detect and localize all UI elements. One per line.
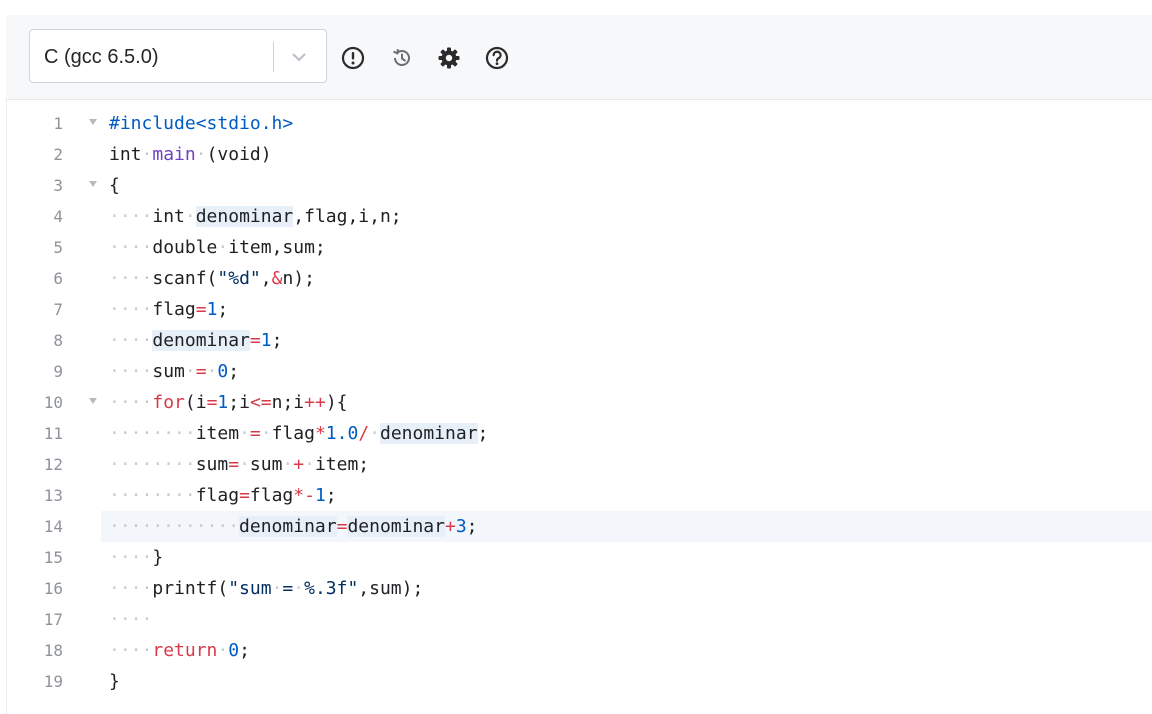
code-line[interactable]: 12 ········sum=·sum·+·item; xyxy=(7,449,1152,480)
line-number: 5 xyxy=(53,238,63,257)
code-line[interactable]: 10 ····for(i=1;i<=n;i++){ xyxy=(7,387,1152,418)
code-line[interactable]: 1 #include<stdio.h> xyxy=(7,108,1152,139)
code-text: { xyxy=(109,175,120,196)
code-text: ····int·denominar,flag,i,n; xyxy=(109,206,402,227)
code-text: ····printf("sum·=·%.3f",sum); xyxy=(109,578,424,599)
line-number: 15 xyxy=(43,548,63,567)
chevron-down-icon[interactable] xyxy=(290,48,308,66)
line-number: 9 xyxy=(53,362,63,381)
line-number: 17 xyxy=(43,610,63,629)
code-text: ····return·0; xyxy=(109,640,250,661)
code-line[interactable]: 9 ····sum·=·0; xyxy=(7,356,1152,387)
fold-toggle-icon[interactable] xyxy=(89,398,97,404)
gear-icon[interactable] xyxy=(436,45,462,71)
history-icon[interactable] xyxy=(389,45,415,71)
code-line[interactable]: 7 ····flag=1; xyxy=(7,294,1152,325)
code-line[interactable]: 19 } xyxy=(7,666,1152,697)
code-text: ····for(i=1;i<=n;i++){ xyxy=(109,392,348,413)
line-number: 6 xyxy=(53,269,63,288)
code-text: ····denominar=1; xyxy=(109,330,283,351)
code-text: ···· xyxy=(109,609,153,630)
info-icon[interactable] xyxy=(340,45,366,71)
line-number: 18 xyxy=(43,641,63,660)
line-number: 13 xyxy=(43,486,63,505)
line-number: 19 xyxy=(43,672,63,691)
code-text: ········flag=flag*-1; xyxy=(109,485,337,506)
code-line[interactable]: 5 ····double·item,sum; xyxy=(7,232,1152,263)
line-number: 1 xyxy=(53,114,63,133)
code-line[interactable]: 2 int·main·(void) xyxy=(7,139,1152,170)
line-number: 4 xyxy=(53,207,63,226)
line-number: 10 xyxy=(43,393,63,412)
code-text: int·main·(void) xyxy=(109,144,272,165)
code-line-active[interactable]: 14 ············denominar=denominar+3; xyxy=(7,511,1152,542)
language-select-value: C (gcc 6.5.0) xyxy=(44,46,159,68)
line-number: 12 xyxy=(43,455,63,474)
code-text: ········item·=·flag*1.0/·denominar; xyxy=(109,423,489,444)
fold-toggle-icon[interactable] xyxy=(89,119,97,125)
code-text: ····sum·=·0; xyxy=(109,361,240,382)
code-line[interactable]: 8 ····denominar=1; xyxy=(7,325,1152,356)
code-line[interactable]: 3 { xyxy=(7,170,1152,201)
line-number: 7 xyxy=(53,300,63,319)
line-number: 8 xyxy=(53,331,63,350)
code-line[interactable]: 6 ····scanf("%d",&n); xyxy=(7,263,1152,294)
select-divider xyxy=(273,42,274,72)
code-text: ············denominar=denominar+3; xyxy=(109,516,478,537)
code-text: ····} xyxy=(109,547,164,568)
code-text: ····scanf("%d",&n); xyxy=(109,268,315,289)
fold-toggle-icon[interactable] xyxy=(89,181,97,187)
code-line[interactable]: 13 ········flag=flag*-1; xyxy=(7,480,1152,511)
line-number: 2 xyxy=(53,145,63,164)
help-icon[interactable] xyxy=(484,45,510,71)
editor-toolbar: C (gcc 6.5.0) xyxy=(6,15,1152,100)
code-text: ····double·item,sum; xyxy=(109,237,326,258)
code-line[interactable]: 11 ········item·=·flag*1.0/·denominar; xyxy=(7,418,1152,449)
line-number: 3 xyxy=(53,176,63,195)
code-text: ····flag=1; xyxy=(109,299,229,320)
code-line[interactable]: 4 ····int·denominar,flag,i,n; xyxy=(7,201,1152,232)
code-line[interactable]: 17 ···· xyxy=(7,604,1152,635)
code-text: } xyxy=(109,671,120,692)
code-editor[interactable]: 1 #include<stdio.h> 2 int·main·(void) 3 … xyxy=(6,100,1152,714)
line-number: 16 xyxy=(43,579,63,598)
code-text: ········sum=·sum·+·item; xyxy=(109,454,370,475)
code-editor-panel: C (gcc 6.5.0) 1 #include<stdio.h> 2 int·… xyxy=(6,15,1152,714)
code-text: #include<stdio.h> xyxy=(109,113,294,134)
code-line[interactable]: 18 ····return·0; xyxy=(7,635,1152,666)
line-number: 14 xyxy=(43,517,63,536)
code-line[interactable]: 15 ····} xyxy=(7,542,1152,573)
language-select[interactable]: C (gcc 6.5.0) xyxy=(29,29,327,83)
code-line[interactable]: 16 ····printf("sum·=·%.3f",sum); xyxy=(7,573,1152,604)
line-number: 11 xyxy=(43,424,63,443)
